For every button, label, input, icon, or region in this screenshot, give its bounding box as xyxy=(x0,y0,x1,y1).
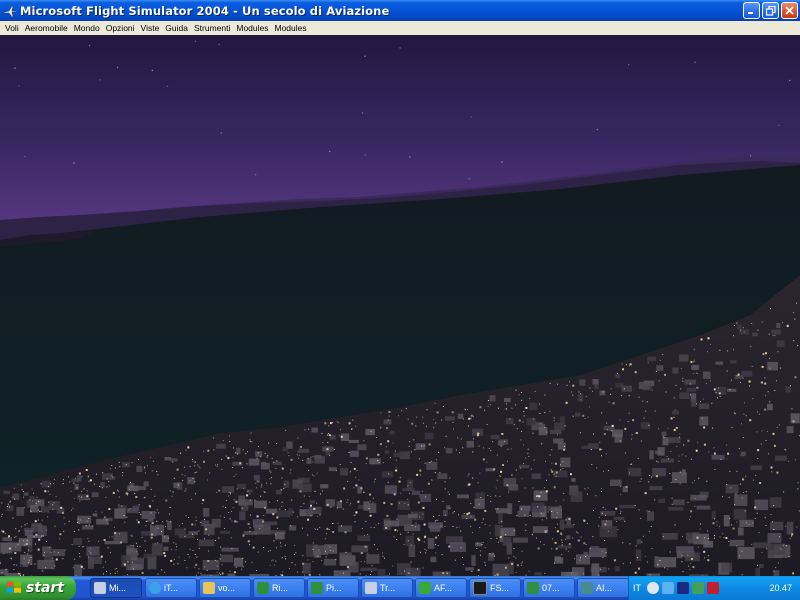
task-folder[interactable]: vo... xyxy=(199,578,251,598)
menu-modules-1[interactable]: Modules xyxy=(233,23,271,33)
task-flight-simulator[interactable]: Mi... xyxy=(90,578,142,598)
task-label: iT... xyxy=(164,583,179,593)
task-label: AF... xyxy=(434,583,453,593)
menu-voli[interactable]: Voli xyxy=(2,23,22,33)
clock: 20.47 xyxy=(769,583,792,593)
task-label: Pi... xyxy=(326,583,342,593)
folder-icon xyxy=(203,582,215,594)
minimize-button[interactable] xyxy=(743,2,760,19)
task-af[interactable]: AF... xyxy=(415,578,467,598)
menu-guida[interactable]: Guida xyxy=(162,23,191,33)
spreadsheet-icon xyxy=(527,582,539,594)
puzzle-icon xyxy=(419,582,431,594)
plane-icon[interactable] xyxy=(3,4,17,18)
task-spreadsheet-1[interactable]: Ri... xyxy=(253,578,305,598)
minimize-icon xyxy=(748,12,753,14)
task-label: Tr... xyxy=(380,583,396,593)
close-button[interactable] xyxy=(781,2,798,19)
start-button[interactable]: start xyxy=(0,576,76,600)
speaker-icon[interactable] xyxy=(647,582,659,594)
security-icon[interactable] xyxy=(692,582,704,594)
menu-modules-2[interactable]: Modules xyxy=(272,23,310,33)
window-controls xyxy=(743,2,798,19)
network-icon[interactable] xyxy=(662,582,674,594)
ati-icon[interactable] xyxy=(707,582,719,594)
language-indicator[interactable]: IT xyxy=(633,583,641,593)
task-fs[interactable]: FS... xyxy=(469,578,521,598)
task-label: Ri... xyxy=(272,583,289,593)
menu-strumenti[interactable]: Strumenti xyxy=(191,23,233,33)
title-bar[interactable]: Microsoft Flight Simulator 2004 - Un sec… xyxy=(0,0,800,21)
task-label: AI... xyxy=(596,583,613,593)
menu-bar: Voli Aeromobile Mondo Opzioni Viste Guid… xyxy=(0,21,800,35)
browser-icon xyxy=(149,582,161,594)
task-spreadsheet-3[interactable]: 07... xyxy=(523,578,575,598)
close-icon xyxy=(785,6,794,15)
maximize-icon xyxy=(765,5,776,16)
task-plane-2[interactable]: Tr... xyxy=(361,578,413,598)
plane-icon xyxy=(94,582,106,594)
window-title: Microsoft Flight Simulator 2004 - Un sec… xyxy=(20,3,390,18)
app-icon xyxy=(581,582,593,594)
windows-logo-icon xyxy=(7,581,21,593)
taskbar: start Mi... iT... vo... Ri... Pi... Tr..… xyxy=(0,576,800,600)
task-spreadsheet-2[interactable]: Pi... xyxy=(307,578,359,598)
menu-viste[interactable]: Viste xyxy=(138,23,163,33)
start-label: start xyxy=(26,580,65,596)
spreadsheet-icon xyxy=(311,582,323,594)
terminal-icon xyxy=(473,581,487,595)
task-label: FS... xyxy=(490,583,510,593)
media-icon[interactable] xyxy=(677,582,689,594)
task-browser[interactable]: iT... xyxy=(145,578,197,598)
task-ai[interactable]: AI... xyxy=(577,578,629,598)
menu-mondo[interactable]: Mondo xyxy=(71,23,103,33)
plane-icon xyxy=(365,582,377,594)
menu-aeromobile[interactable]: Aeromobile xyxy=(22,23,71,33)
task-label: Mi... xyxy=(109,583,126,593)
menu-opzioni[interactable]: Opzioni xyxy=(103,23,138,33)
maximize-button[interactable] xyxy=(762,2,779,19)
task-label: 07... xyxy=(542,583,560,593)
spreadsheet-icon xyxy=(257,582,269,594)
simulator-viewport[interactable] xyxy=(0,35,800,576)
system-tray: IT 20.47 xyxy=(628,576,800,600)
task-label: vo... xyxy=(218,583,236,593)
